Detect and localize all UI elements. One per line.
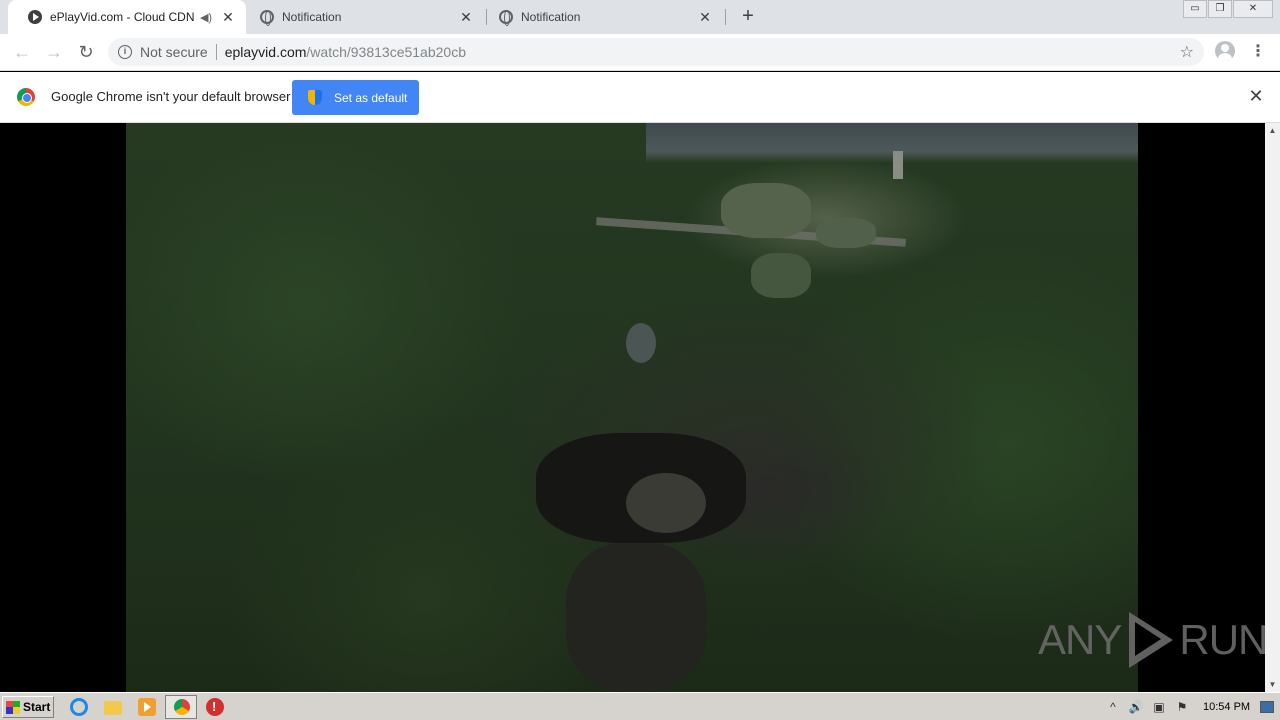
volume-icon[interactable]: 🔊 [1128,700,1144,714]
taskbar-clock[interactable]: 10:54 PM [1203,701,1250,713]
eplayvid-favicon-icon [28,10,42,24]
address-bar[interactable]: i Not secure eplayvid.com /watch/93813ce… [108,38,1204,66]
page-content: ANY RUN [0,123,1268,692]
tab-eplayvid[interactable]: ePlayVid.com - Cloud CDN ◀) ✕ [8,0,246,34]
reload-button[interactable]: ↻ [74,40,98,64]
forward-button[interactable]: → [42,40,66,64]
video-ash-patch [626,473,706,533]
info-icon[interactable]: i [118,45,132,59]
tab-close-icon[interactable]: ✕ [697,9,713,25]
play-logo-icon [1125,610,1175,670]
scroll-up-arrow-icon[interactable]: ▲ [1265,123,1280,138]
video-tower [893,151,903,179]
restore-button[interactable]: ❐ [1208,0,1232,18]
windows-logo-icon [6,700,20,714]
browser-toolbar: ← → ↻ i Not secure eplayvid.com /watch/9… [0,34,1280,71]
url-host[interactable]: eplayvid.com [225,44,307,60]
show-desktop-icon[interactable] [1260,701,1275,713]
speaker-icon[interactable]: ◀) [198,11,214,24]
omnibox-divider [215,44,217,60]
profile-avatar-icon[interactable] [1215,41,1235,61]
video-water-area [646,123,1138,163]
back-button[interactable]: ← [10,40,34,64]
tab-close-icon[interactable]: ✕ [220,9,236,25]
security-label[interactable]: Not secure [140,44,208,60]
chrome-taskbar-button[interactable] [165,695,197,719]
video-lawn [751,253,811,298]
bookmark-star-icon[interactable]: ☆ [1180,42,1194,62]
tab-separator [725,9,726,25]
start-label: Start [23,700,51,714]
file-explorer-icon[interactable] [104,701,122,715]
chrome-menu-button[interactable]: ⋮ [1250,41,1266,63]
start-button[interactable]: Start [2,696,54,718]
tab-strip: ePlayVid.com - Cloud CDN ◀) ✕ Notificati… [0,0,1280,34]
media-player-icon[interactable] [138,698,156,716]
video-lawn [721,183,811,238]
tab-title: ePlayVid.com - Cloud CDN [50,10,195,24]
video-pond [626,323,656,363]
action-center-flag-icon[interactable]: ⚑ [1174,700,1190,714]
globe-icon [499,10,513,26]
alert-app-icon[interactable] [206,698,224,716]
network-icon[interactable]: ▣ [1151,700,1167,714]
tab-title: Notification [282,10,342,24]
tab-notification-1[interactable]: Notification ✕ [240,0,484,34]
scroll-down-arrow-icon[interactable]: ▼ [1265,677,1280,692]
system-tray: ^ 🔊 ▣ ⚑ 10:54 PM [1105,696,1275,718]
tab-close-icon[interactable]: ✕ [458,9,474,25]
watermark-text-right: RUN [1179,616,1268,663]
url-path[interactable]: /watch/93813ce51ab20cb [306,44,466,60]
tab-notification-2[interactable]: Notification ✕ [479,0,723,34]
vertical-scrollbar[interactable]: ▲ ▼ [1265,123,1280,692]
globe-icon [260,10,274,26]
new-tab-button[interactable]: + [737,5,759,27]
set-as-default-button[interactable]: Set as default [292,80,419,115]
video-burn-area [566,543,706,692]
uac-shield-icon [308,90,322,105]
infobar-close-icon[interactable]: ✕ [1247,87,1265,105]
video-lawn [816,218,876,248]
close-window-button[interactable]: ✕ [1233,0,1273,18]
anyrun-watermark: ANY RUN [1038,610,1268,670]
tab-title: Notification [521,10,581,24]
set-as-default-label: Set as default [334,90,408,105]
watermark-text-left: ANY [1038,616,1122,663]
show-hidden-icons-icon[interactable]: ^ [1105,700,1121,714]
video-player[interactable] [126,123,1138,692]
minimize-button[interactable]: ▭ [1183,0,1207,18]
chrome-logo-icon [17,88,35,106]
infobar-message: Google Chrome isn't your default browser [51,89,291,104]
internet-explorer-icon[interactable] [70,698,88,716]
